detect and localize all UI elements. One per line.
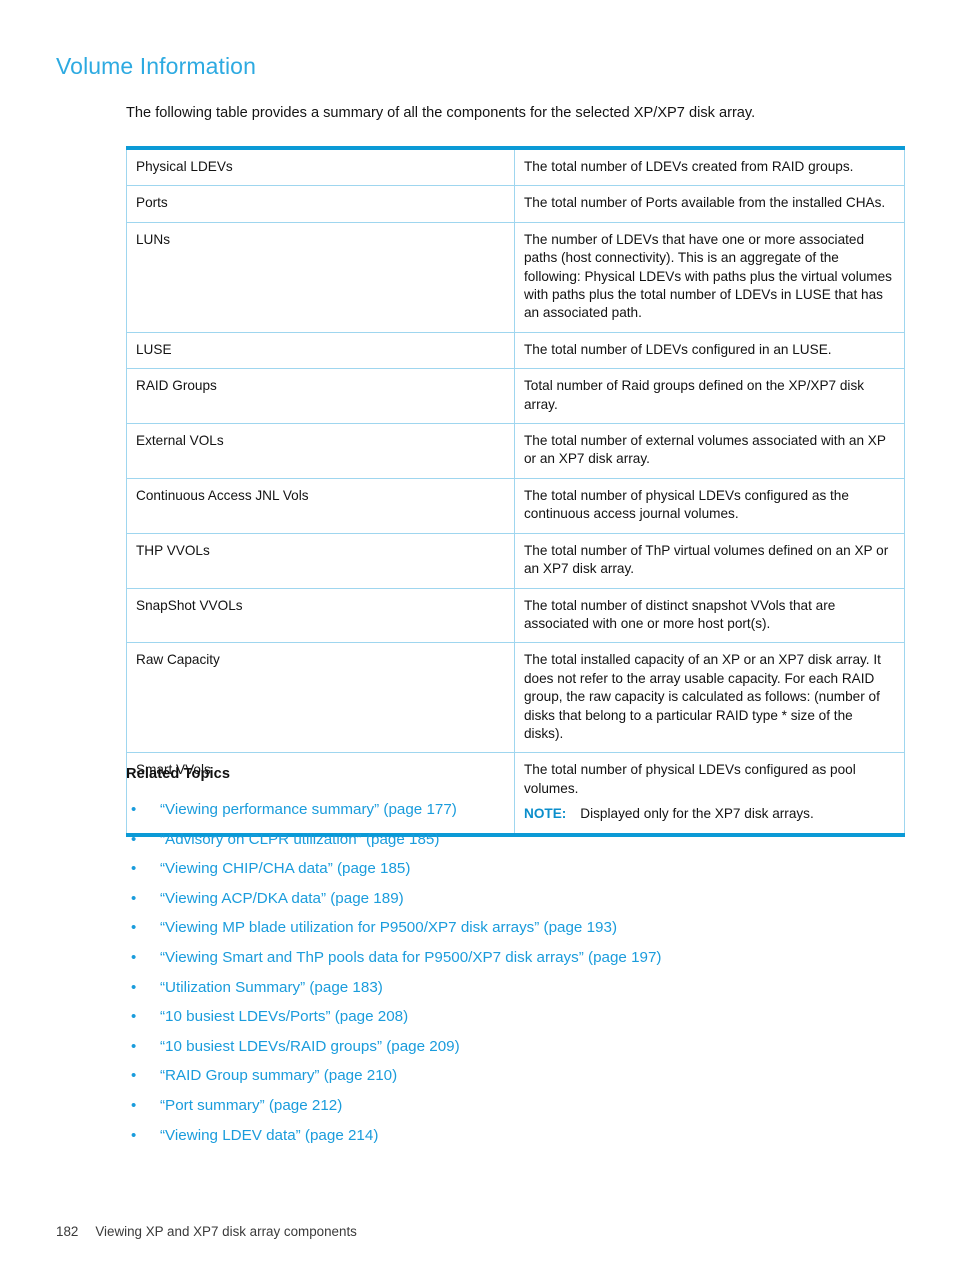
table-cell-term: SnapShot VVOLs [126, 587, 515, 644]
list-item: • “Viewing Smart and ThP pools data for P… [126, 943, 886, 973]
table-row: Physical LDEVs The total number of LDEVs … [126, 147, 905, 187]
list-item: • “Viewing performance summary” (page 177… [126, 795, 886, 825]
related-topic-link[interactable]: “Viewing MP blade utilization for P9500/… [160, 919, 617, 936]
description-text: The total number of external volumes ass… [524, 433, 886, 467]
table-cell-description: The total number of physical LDEVs confi… [514, 477, 905, 534]
footer-section-title: Viewing XP and XP7 disk array components [95, 1224, 357, 1239]
table-body: Physical LDEVs The total number of LDEVs … [126, 147, 905, 836]
bullet-icon: • [131, 1008, 137, 1026]
related-topic-link[interactable]: “Viewing performance summary” (page 177) [160, 801, 457, 818]
related-topic-link[interactable]: “Utilization Summary” (page 183) [160, 979, 383, 996]
list-item: • “Viewing CHIP/CHA data” (page 185) [126, 854, 886, 884]
table-row: Continuous Access JNL Vols The total numb… [126, 477, 905, 534]
description-text: The total number of ThP virtual volumes … [524, 542, 889, 577]
description-text: The number of LDEVs that have one or mor… [524, 231, 892, 321]
table-row: RAID Groups Total number of Raid groups d… [126, 368, 905, 425]
bullet-icon: • [131, 948, 137, 966]
related-topic-link[interactable]: “10 busiest LDEVs/RAID groups” (page 209… [160, 1038, 460, 1055]
list-item: • “Viewing LDEV data” (page 214) [126, 1121, 886, 1151]
bullet-icon: • [131, 919, 137, 937]
table-row: LUNs The number of LDEVs that have one or… [126, 221, 905, 333]
list-item: • “Port summary” (page 212) [126, 1091, 886, 1121]
related-topic-link[interactable]: “10 busiest LDEVs/Ports” (page 208) [160, 1008, 408, 1025]
list-item: • “Viewing ACP/DKA data” (page 189) [126, 884, 886, 914]
table-cell-term: External VOLs [126, 423, 515, 479]
description-text: The total number of distinct snapshot VV… [524, 597, 836, 631]
table-cell-term: Continuous Access JNL Vols [126, 477, 515, 534]
list-item: • “Utilization Summary” (page 183) [126, 973, 886, 1003]
bullet-icon: • [131, 860, 137, 878]
page-title: Volume Information [56, 53, 256, 79]
document-page: Volume Information The following table p… [0, 0, 954, 1271]
table-cell-description: Total number of Raid groups defined on t… [514, 368, 905, 425]
list-item: • “10 busiest LDEVs/Ports” (page 208) [126, 1002, 886, 1032]
table-cell-description: The total number of distinct snapshot VV… [514, 587, 905, 644]
description-text: The total number of Ports available from… [524, 195, 886, 211]
table-cell-term: Ports [126, 185, 515, 223]
table-cell-description: The number of LDEVs that have one or mor… [514, 221, 905, 333]
related-topics-list: • “Viewing performance summary” (page 177… [126, 795, 886, 1150]
description-text: The total number of physical LDEVs confi… [524, 762, 856, 796]
bullet-icon: • [131, 830, 137, 848]
table-row: THP VVOLs The total number of ThP virtual… [126, 532, 905, 589]
table-cell-description: The total number of Ports available from… [514, 185, 905, 223]
table-cell-description: The total number of LDEVs configured in … [514, 331, 905, 370]
table-cell-description: The total number of ThP virtual volumes … [514, 532, 905, 589]
list-item: • “Viewing MP blade utilization for P9500… [126, 913, 886, 943]
table-cell-term: THP VVOLs [126, 532, 515, 589]
list-item: • “Advisory on CLPR utilization” (page 18… [126, 825, 886, 855]
table-row: Raw Capacity The total installed capacity… [126, 642, 905, 754]
table-row: Ports The total number of Ports available… [126, 185, 905, 223]
related-topic-link[interactable]: “RAID Group summary” (page 210) [160, 1067, 397, 1084]
related-topic-link[interactable]: “Viewing ACP/DKA data” (page 189) [160, 890, 404, 907]
description-text: Total number of Raid groups defined on t… [524, 378, 865, 412]
bullet-icon: • [131, 1037, 137, 1055]
description-text: The total number of LDEVs configured in … [524, 341, 832, 357]
intro-paragraph: The following table provides a summary o… [126, 104, 756, 121]
table-cell-description: The total number of LDEVs created from R… [514, 147, 905, 187]
list-item: • “10 busiest LDEVs/RAID groups” (page 20… [126, 1032, 886, 1062]
bullet-icon: • [131, 978, 137, 996]
table-row: SnapShot VVOLs The total number of distin… [126, 587, 905, 644]
table-cell-description: The total number of external volumes ass… [514, 423, 905, 479]
bullet-icon: • [131, 801, 137, 818]
description-text: The total number of LDEVs created from R… [524, 159, 854, 174]
table-row: LUSE The total number of LDEVs configured… [126, 331, 905, 370]
description-text: The total installed capacity of an XP or… [524, 652, 881, 741]
table-cell-term: Raw Capacity [126, 642, 515, 754]
volume-information-table: Physical LDEVs The total number of LDEVs … [126, 146, 905, 837]
related-topic-link[interactable]: “Port summary” (page 212) [160, 1097, 342, 1114]
table-cell-term: RAID Groups [126, 368, 515, 425]
related-topic-link[interactable]: “Viewing LDEV data” (page 214) [160, 1127, 378, 1144]
related-topic-link[interactable]: “Advisory on CLPR utilization” (page 185… [160, 831, 439, 848]
bullet-icon: • [131, 1096, 137, 1114]
table-cell-term: LUSE [126, 331, 515, 370]
table-cell-term: LUNs [126, 221, 515, 333]
page-footer: 182 Viewing XP and XP7 disk array compone… [56, 1224, 357, 1239]
bullet-icon: • [131, 1067, 137, 1085]
description-text: The total number of physical LDEVs confi… [524, 487, 849, 522]
table-cell-term: Physical LDEVs [126, 147, 515, 187]
related-topic-link[interactable]: “Viewing CHIP/CHA data” (page 185) [160, 860, 410, 877]
related-topics-heading: Related Topics [126, 766, 231, 782]
related-topic-link[interactable]: “Viewing Smart and ThP pools data for P9… [160, 949, 661, 966]
footer-page-number: 182 [56, 1224, 79, 1239]
table-cell-description: The total installed capacity of an XP or… [514, 642, 905, 754]
table-row: External VOLs The total number of externa… [126, 423, 905, 479]
list-item: • “RAID Group summary” (page 210) [126, 1061, 886, 1091]
bullet-icon: • [131, 889, 137, 907]
bullet-icon: • [131, 1126, 137, 1144]
